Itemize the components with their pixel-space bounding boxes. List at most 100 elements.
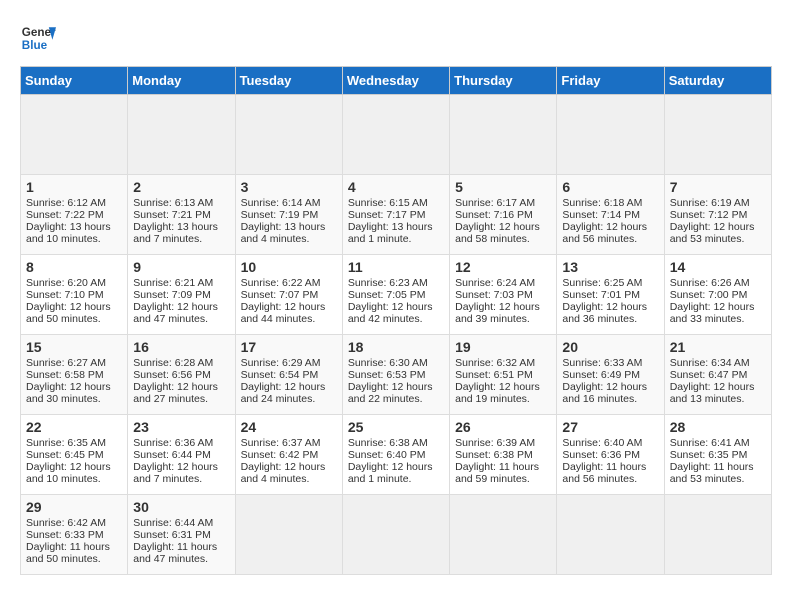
day-info: Sunset: 7:21 PM xyxy=(133,209,229,221)
day-info: Sunrise: 6:13 AM xyxy=(133,197,229,209)
day-number: 9 xyxy=(133,259,229,275)
calendar-cell: 10Sunrise: 6:22 AMSunset: 7:07 PMDayligh… xyxy=(235,255,342,335)
day-info: Daylight: 11 hours xyxy=(133,541,229,553)
day-info: Daylight: 12 hours xyxy=(562,381,658,393)
day-info: and 16 minutes. xyxy=(562,393,658,405)
calendar-cell: 30Sunrise: 6:44 AMSunset: 6:31 PMDayligh… xyxy=(128,495,235,575)
day-info: Sunset: 6:45 PM xyxy=(26,449,122,461)
calendar-cell: 4Sunrise: 6:15 AMSunset: 7:17 PMDaylight… xyxy=(342,175,449,255)
day-info: and 1 minute. xyxy=(348,473,444,485)
calendar-cell xyxy=(235,95,342,175)
calendar-cell: 20Sunrise: 6:33 AMSunset: 6:49 PMDayligh… xyxy=(557,335,664,415)
calendar-cell: 7Sunrise: 6:19 AMSunset: 7:12 PMDaylight… xyxy=(664,175,771,255)
day-info: Sunset: 6:47 PM xyxy=(670,369,766,381)
day-number: 20 xyxy=(562,339,658,355)
calendar-cell: 2Sunrise: 6:13 AMSunset: 7:21 PMDaylight… xyxy=(128,175,235,255)
day-info: Sunrise: 6:42 AM xyxy=(26,517,122,529)
day-info: Daylight: 12 hours xyxy=(26,301,122,313)
day-number: 8 xyxy=(26,259,122,275)
logo-icon: General Blue xyxy=(20,20,56,56)
day-info: Sunrise: 6:19 AM xyxy=(670,197,766,209)
day-info: Sunset: 7:01 PM xyxy=(562,289,658,301)
day-number: 12 xyxy=(455,259,551,275)
day-info: Daylight: 12 hours xyxy=(670,221,766,233)
calendar-cell: 17Sunrise: 6:29 AMSunset: 6:54 PMDayligh… xyxy=(235,335,342,415)
calendar-cell: 24Sunrise: 6:37 AMSunset: 6:42 PMDayligh… xyxy=(235,415,342,495)
day-info: Daylight: 12 hours xyxy=(348,461,444,473)
day-info: Sunset: 7:07 PM xyxy=(241,289,337,301)
day-info: and 33 minutes. xyxy=(670,313,766,325)
day-info: and 1 minute. xyxy=(348,233,444,245)
day-number: 11 xyxy=(348,259,444,275)
col-header-saturday: Saturday xyxy=(664,67,771,95)
day-info: Daylight: 12 hours xyxy=(455,381,551,393)
day-info: Daylight: 12 hours xyxy=(348,381,444,393)
day-info: and 59 minutes. xyxy=(455,473,551,485)
day-number: 3 xyxy=(241,179,337,195)
day-info: Sunrise: 6:39 AM xyxy=(455,437,551,449)
day-info: Sunrise: 6:14 AM xyxy=(241,197,337,209)
calendar-cell: 13Sunrise: 6:25 AMSunset: 7:01 PMDayligh… xyxy=(557,255,664,335)
calendar-cell: 22Sunrise: 6:35 AMSunset: 6:45 PMDayligh… xyxy=(21,415,128,495)
calendar-cell xyxy=(664,95,771,175)
day-info: Sunrise: 6:18 AM xyxy=(562,197,658,209)
calendar-cell xyxy=(235,495,342,575)
header-row: SundayMondayTuesdayWednesdayThursdayFrid… xyxy=(21,67,772,95)
day-number: 29 xyxy=(26,499,122,515)
day-info: Daylight: 12 hours xyxy=(562,301,658,313)
day-info: Sunset: 6:33 PM xyxy=(26,529,122,541)
day-info: Sunrise: 6:15 AM xyxy=(348,197,444,209)
calendar-cell: 12Sunrise: 6:24 AMSunset: 7:03 PMDayligh… xyxy=(450,255,557,335)
day-info: Sunset: 7:03 PM xyxy=(455,289,551,301)
calendar-cell: 6Sunrise: 6:18 AMSunset: 7:14 PMDaylight… xyxy=(557,175,664,255)
calendar-week-0 xyxy=(21,95,772,175)
day-info: and 42 minutes. xyxy=(348,313,444,325)
day-info: and 7 minutes. xyxy=(133,473,229,485)
day-info: Daylight: 12 hours xyxy=(455,301,551,313)
calendar-cell: 15Sunrise: 6:27 AMSunset: 6:58 PMDayligh… xyxy=(21,335,128,415)
calendar-cell: 28Sunrise: 6:41 AMSunset: 6:35 PMDayligh… xyxy=(664,415,771,495)
day-info: and 47 minutes. xyxy=(133,553,229,565)
day-info: Daylight: 12 hours xyxy=(26,381,122,393)
calendar-cell xyxy=(557,495,664,575)
day-info: Daylight: 13 hours xyxy=(133,221,229,233)
day-info: and 39 minutes. xyxy=(455,313,551,325)
calendar-cell: 16Sunrise: 6:28 AMSunset: 6:56 PMDayligh… xyxy=(128,335,235,415)
day-info: Daylight: 13 hours xyxy=(26,221,122,233)
page-header: General Blue xyxy=(20,20,772,56)
calendar-cell: 5Sunrise: 6:17 AMSunset: 7:16 PMDaylight… xyxy=(450,175,557,255)
day-info: and 10 minutes. xyxy=(26,233,122,245)
day-number: 6 xyxy=(562,179,658,195)
day-info: and 10 minutes. xyxy=(26,473,122,485)
day-info: Sunset: 6:40 PM xyxy=(348,449,444,461)
day-info: Sunset: 7:16 PM xyxy=(455,209,551,221)
calendar-cell xyxy=(450,495,557,575)
day-info: Sunrise: 6:44 AM xyxy=(133,517,229,529)
day-info: Sunset: 6:44 PM xyxy=(133,449,229,461)
day-info: Daylight: 12 hours xyxy=(26,461,122,473)
day-info: Sunset: 6:35 PM xyxy=(670,449,766,461)
col-header-tuesday: Tuesday xyxy=(235,67,342,95)
day-info: Daylight: 13 hours xyxy=(241,221,337,233)
col-header-monday: Monday xyxy=(128,67,235,95)
day-number: 23 xyxy=(133,419,229,435)
calendar-cell: 29Sunrise: 6:42 AMSunset: 6:33 PMDayligh… xyxy=(21,495,128,575)
calendar-cell: 19Sunrise: 6:32 AMSunset: 6:51 PMDayligh… xyxy=(450,335,557,415)
day-info: Sunrise: 6:22 AM xyxy=(241,277,337,289)
calendar-cell: 23Sunrise: 6:36 AMSunset: 6:44 PMDayligh… xyxy=(128,415,235,495)
day-info: Sunrise: 6:20 AM xyxy=(26,277,122,289)
col-header-wednesday: Wednesday xyxy=(342,67,449,95)
day-info: Sunset: 7:10 PM xyxy=(26,289,122,301)
day-info: and 4 minutes. xyxy=(241,233,337,245)
day-info: Daylight: 12 hours xyxy=(241,301,337,313)
day-info: Sunrise: 6:41 AM xyxy=(670,437,766,449)
day-number: 14 xyxy=(670,259,766,275)
day-info: Sunrise: 6:29 AM xyxy=(241,357,337,369)
day-info: and 4 minutes. xyxy=(241,473,337,485)
day-number: 16 xyxy=(133,339,229,355)
day-info: Daylight: 11 hours xyxy=(562,461,658,473)
day-info: Sunset: 7:22 PM xyxy=(26,209,122,221)
day-info: Daylight: 12 hours xyxy=(241,461,337,473)
day-info: and 36 minutes. xyxy=(562,313,658,325)
day-number: 21 xyxy=(670,339,766,355)
